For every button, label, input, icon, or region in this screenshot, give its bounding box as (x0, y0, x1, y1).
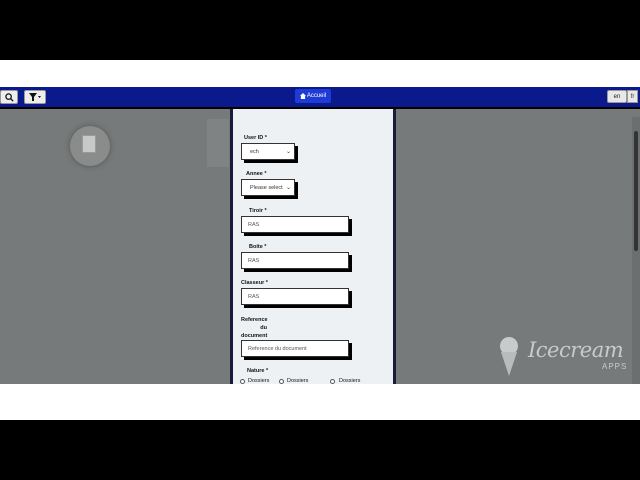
chevron-down-icon: ⌄ (285, 149, 291, 155)
ice-cream-icon (500, 337, 518, 376)
tiroir-label: Tiroir * (249, 208, 267, 214)
classeur-input[interactable]: RAS (241, 288, 349, 305)
letterbox-top (0, 0, 640, 60)
right-nav-button[interactable]: fr (627, 90, 638, 103)
letterbox-bottom (0, 420, 640, 480)
filter-icon (29, 93, 41, 101)
white-band-top (0, 60, 640, 87)
boite-label: Boite * (249, 244, 267, 250)
classeur-label: Classeur * (241, 280, 268, 286)
home-icon (299, 93, 306, 99)
reference-label-line1: Reference (241, 317, 268, 323)
app-window: Accueil en fr User ID * ech ⌄ Annee * Pl… (0, 87, 640, 384)
boite-input[interactable]: RAS (241, 252, 349, 269)
watermark-subtext: APPS (602, 362, 628, 371)
search-icon (4, 92, 14, 102)
search-button[interactable] (0, 90, 18, 104)
language-button[interactable]: en (607, 90, 627, 103)
chevron-down-icon: ⌄ (285, 185, 291, 191)
classeur-value: RAS (248, 293, 260, 300)
top-navbar: Accueil en fr (0, 87, 640, 109)
background-shape (207, 119, 229, 167)
white-band-bottom (0, 384, 640, 420)
watermark-text: Icecream (528, 338, 624, 362)
home-button[interactable]: Accueil (295, 89, 331, 103)
filter-button[interactable] (24, 90, 46, 104)
reference-input[interactable]: Reference du document (241, 340, 349, 357)
tiroir-value: RAS (248, 221, 260, 228)
document-overlay-icon (70, 126, 110, 166)
tiroir-input[interactable]: RAS (241, 216, 349, 233)
user-id-label: User ID * (244, 135, 267, 141)
reference-placeholder: Reference du document (248, 345, 307, 352)
user-id-select[interactable]: ech ⌄ (241, 143, 295, 160)
watermark: Icecream APPS (498, 336, 638, 376)
form-panel: User ID * ech ⌄ Annee * Please select ⌄ … (230, 109, 396, 384)
annee-value: Please select (250, 184, 283, 191)
reference-label-line2: du (260, 325, 267, 331)
scrollbar-thumb[interactable] (634, 131, 638, 251)
nature-label: Nature * (247, 368, 269, 374)
annee-select[interactable]: Please select ⌄ (241, 179, 295, 196)
home-label: Accueil (306, 93, 327, 99)
user-id-value: ech (250, 148, 259, 155)
annee-label: Annee * (246, 171, 267, 177)
boite-value: RAS (248, 257, 260, 264)
document-icon (82, 135, 96, 153)
